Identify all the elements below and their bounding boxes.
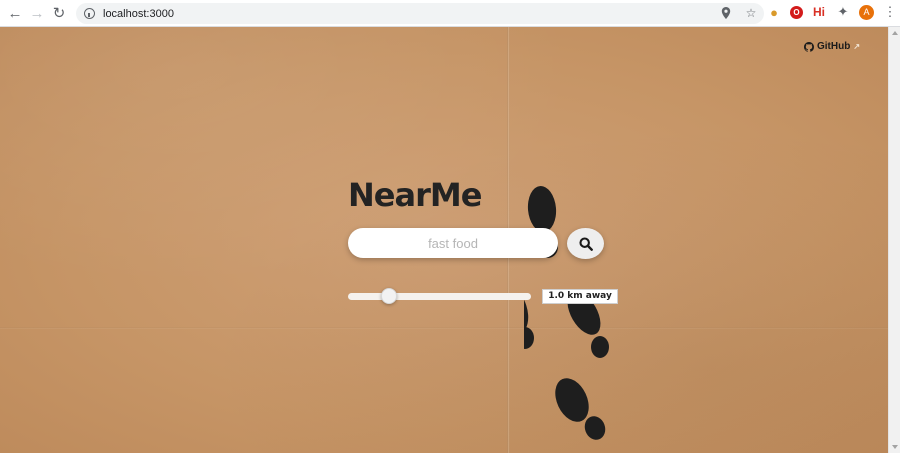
- github-icon: [804, 41, 814, 52]
- bookmark-star-icon[interactable]: ☆: [744, 5, 758, 21]
- search-input[interactable]: [348, 228, 558, 258]
- distance-slider-thumb[interactable]: [381, 288, 397, 304]
- hi-extension-icon[interactable]: Hi: [811, 4, 827, 20]
- profile-avatar[interactable]: A: [859, 4, 874, 20]
- forward-arrow-icon[interactable]: →: [26, 2, 48, 24]
- distance-label: 1.0 km away: [542, 289, 618, 304]
- scroll-down-icon[interactable]: [892, 445, 898, 449]
- site-info-icon[interactable]: [84, 8, 95, 19]
- github-label[interactable]: GitHub: [817, 41, 850, 52]
- browser-toolbar: ← → ↻ localhost:3000 ☆ ● O Hi ✦ A ⋮: [0, 0, 900, 27]
- github-link[interactable]: GitHub ↗: [804, 41, 860, 52]
- cookie-extension-icon[interactable]: ●: [766, 4, 782, 20]
- menu-dots-icon[interactable]: ⋮: [882, 4, 898, 20]
- search-button[interactable]: [567, 228, 604, 259]
- address-bar[interactable]: localhost:3000 ☆: [76, 3, 764, 24]
- external-link-icon: ↗: [853, 42, 861, 51]
- page-scrollbar[interactable]: [888, 27, 900, 453]
- paper-crease-horizontal: [0, 327, 888, 329]
- distance-slider-track[interactable]: [348, 293, 531, 300]
- scroll-up-icon[interactable]: [892, 31, 898, 35]
- footprints-illustration: [524, 186, 609, 440]
- url-text[interactable]: localhost:3000: [103, 8, 174, 20]
- opera-extension-icon[interactable]: O: [790, 5, 803, 19]
- app-title: NearMe: [348, 176, 482, 214]
- location-icon[interactable]: [719, 5, 733, 21]
- extensions-puzzle-icon[interactable]: ✦: [835, 4, 851, 20]
- back-arrow-icon[interactable]: ←: [4, 2, 26, 24]
- search-icon: [578, 236, 593, 251]
- reload-icon[interactable]: ↻: [48, 2, 70, 24]
